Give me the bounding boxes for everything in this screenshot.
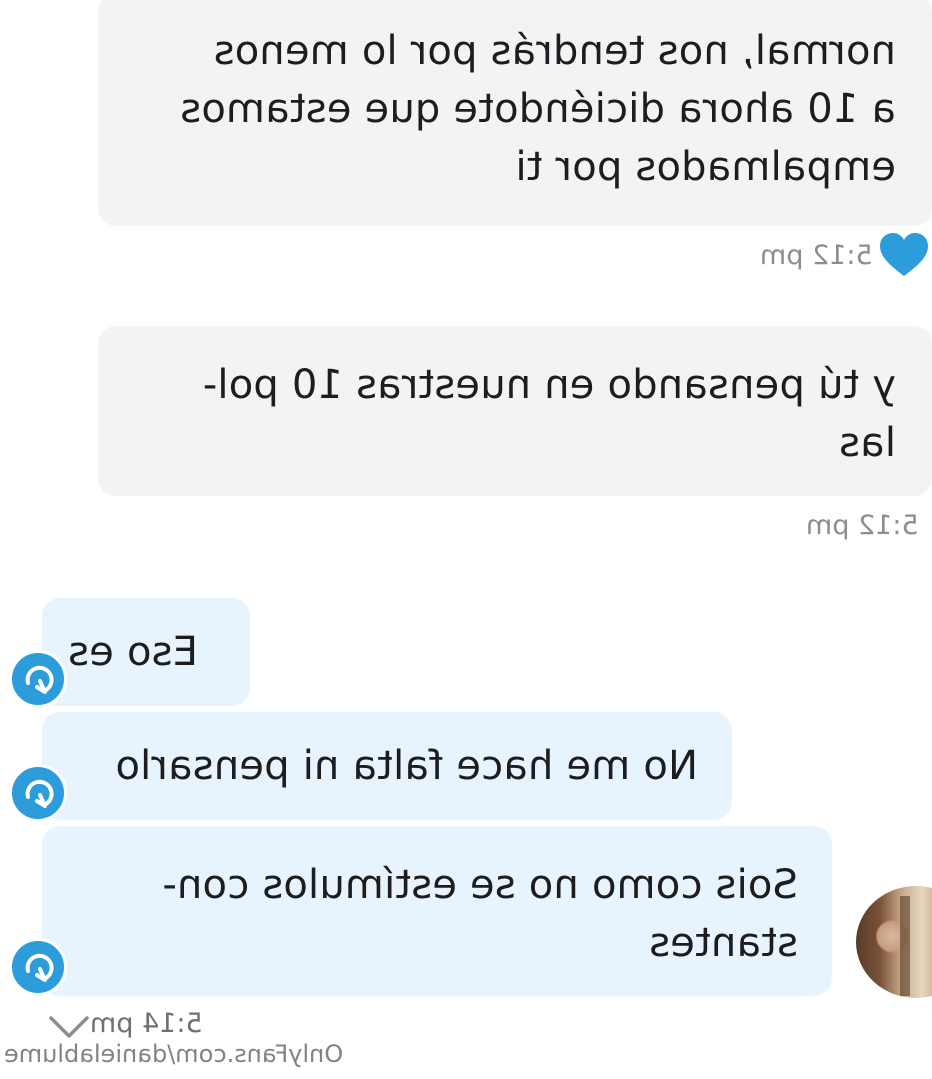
reply-icon[interactable] (9, 938, 67, 996)
message-text: Sois como no se estímulos con- stantes (162, 862, 798, 966)
message-bubble-incoming[interactable]: y tú pensando en nuestras 10 pol- las (98, 326, 932, 496)
message-text: normal, nos tendrás por lo menos a 10 ah… (180, 28, 896, 190)
message-bubble-outgoing[interactable]: Sois como no se estímulos con- stantes (42, 826, 832, 996)
watermark: OnlyFans.com/danielablume (4, 1040, 344, 1068)
avatar[interactable] (856, 886, 932, 998)
reply-icon[interactable] (9, 650, 67, 708)
heart-icon[interactable] (878, 232, 930, 278)
message-timestamp: 5:14 pm (90, 1008, 203, 1039)
chevron-down-icon[interactable] (48, 1014, 90, 1040)
message-bubble-incoming[interactable]: normal, nos tendrás por lo menos a 10 ah… (98, 0, 932, 226)
message-bubble-outgoing[interactable]: Eso es (42, 598, 250, 706)
message-text: No me hace falta ni pensarlo (115, 743, 698, 789)
message-text: y tú pensando en nuestras 10 pol- las (202, 362, 896, 466)
message-timestamp: 5:12 pm (760, 240, 873, 271)
message-timestamp: 5:12 pm (806, 510, 919, 541)
message-bubble-outgoing[interactable]: No me hace falta ni pensarlo (42, 712, 732, 820)
reply-icon[interactable] (9, 764, 67, 822)
message-text: Eso es (68, 629, 198, 675)
